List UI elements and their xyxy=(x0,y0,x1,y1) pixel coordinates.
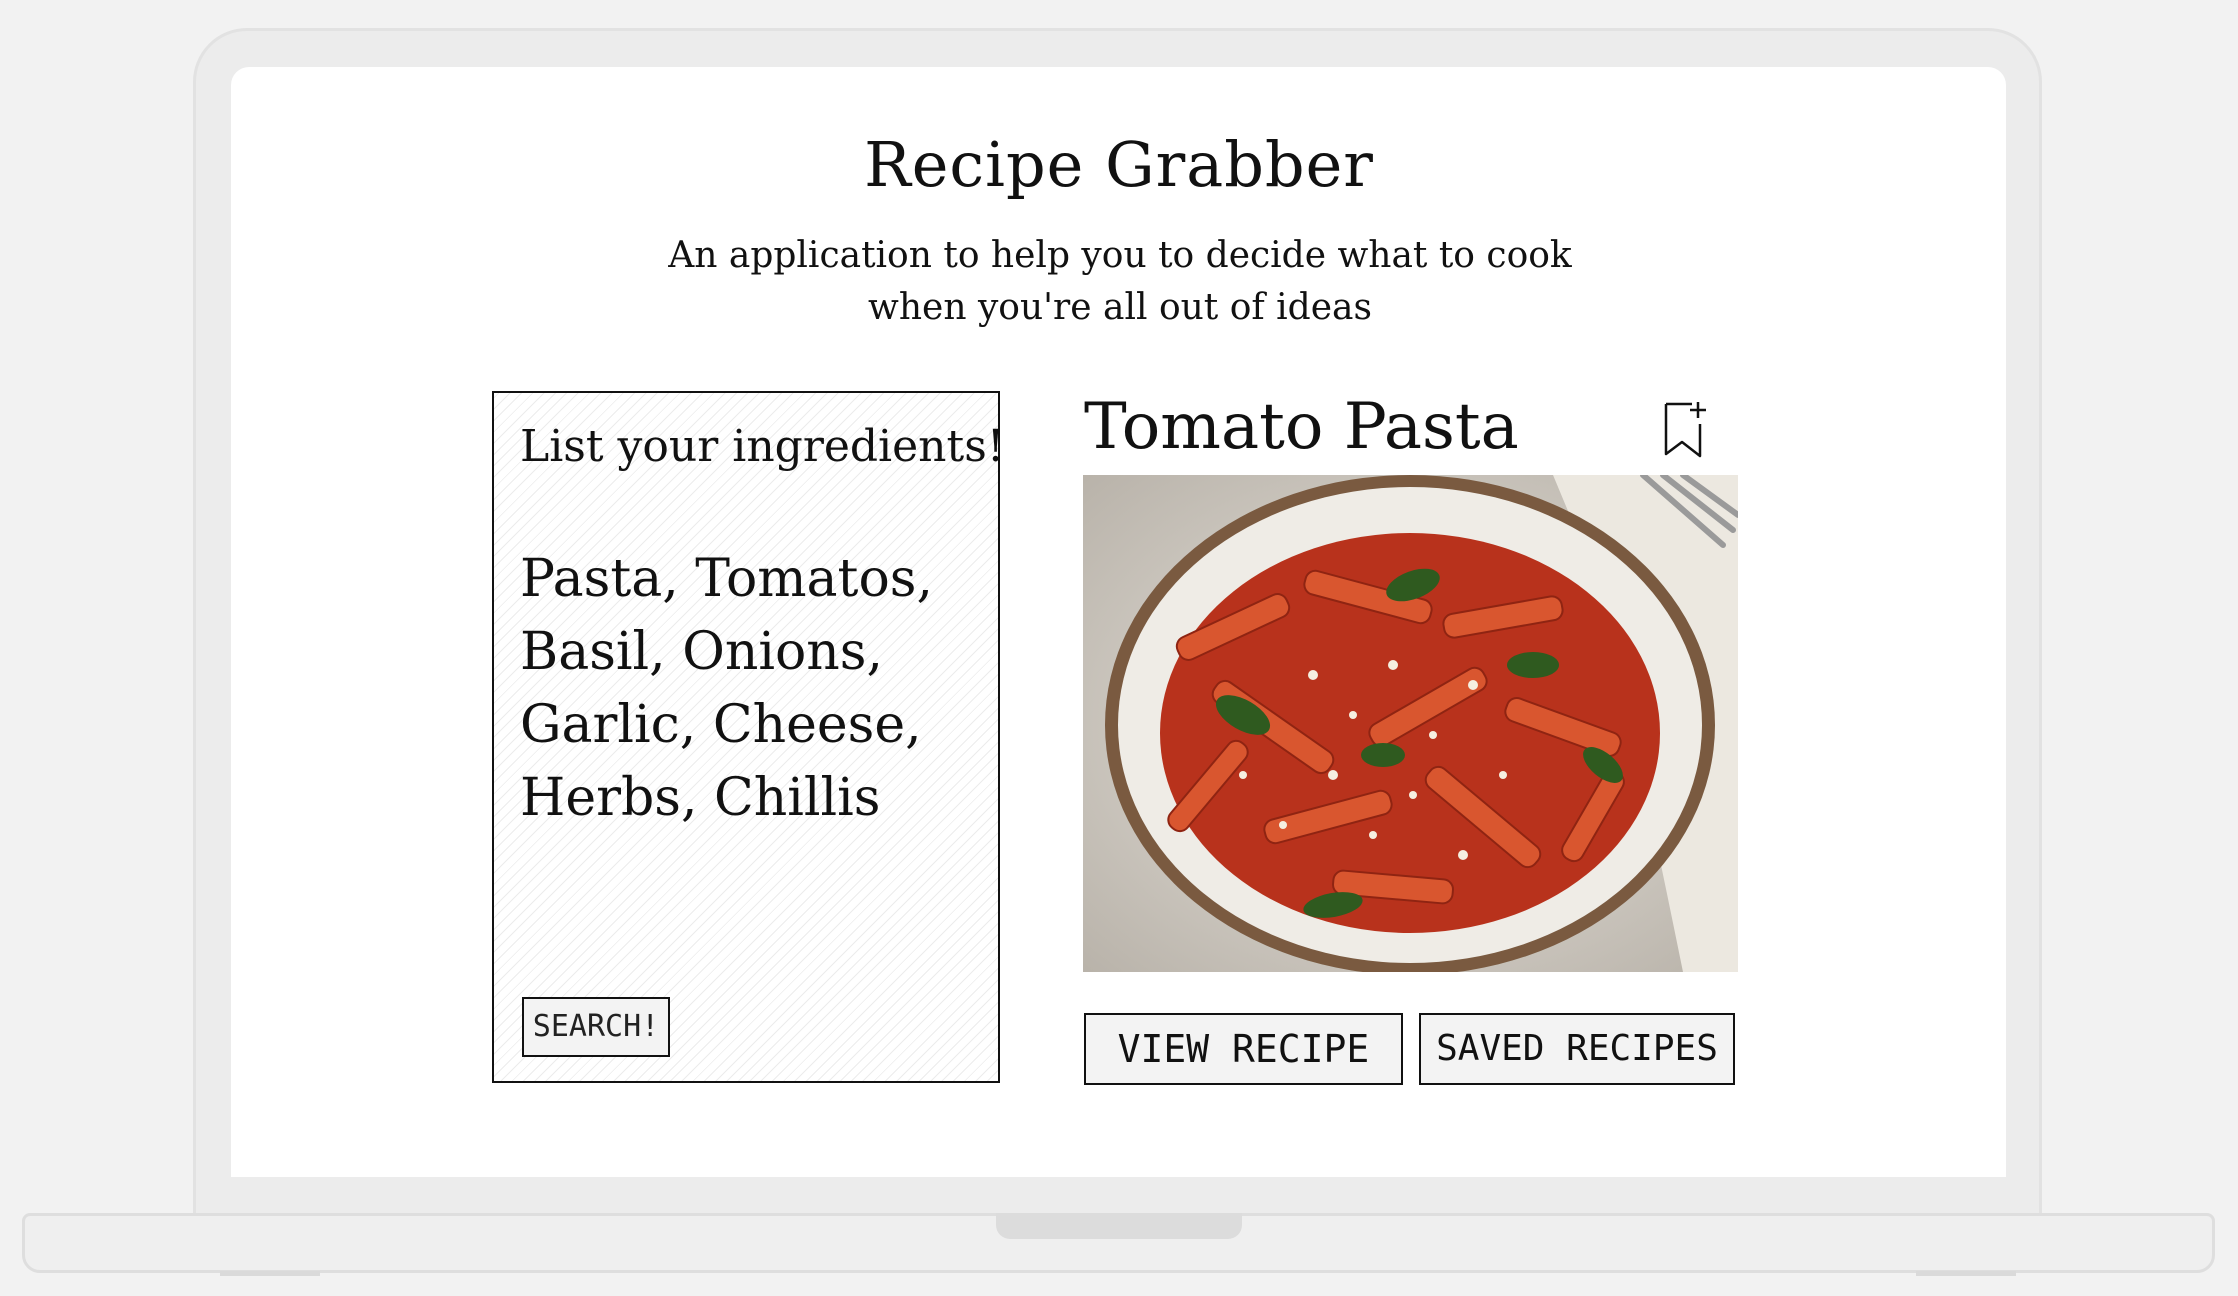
laptop-foot-right xyxy=(1916,1271,2016,1276)
page-title: Recipe Grabber xyxy=(864,128,1374,201)
recipe-image xyxy=(1083,475,1738,972)
ingredients-heading: List your ingredients! xyxy=(520,421,1005,472)
recipe-title: Tomato Pasta xyxy=(1084,390,1519,464)
saved-recipes-button[interactable]: SAVED RECIPES xyxy=(1419,1013,1735,1085)
laptop-notch xyxy=(996,1213,1242,1239)
page-subtitle: An application to help you to decide wha… xyxy=(668,235,1572,328)
search-button[interactable]: SEARCH! xyxy=(522,997,670,1057)
ingredients-panel[interactable]: List your ingredients! Pasta, Tomatos, B… xyxy=(492,391,1004,1083)
view-recipe-button[interactable]: VIEW RECIPE xyxy=(1084,1013,1403,1085)
laptop-foot-left xyxy=(220,1271,320,1276)
ingredients-input[interactable]: Pasta, Tomatos, Basil, Onions, Garlic, C… xyxy=(520,543,990,835)
bookmark-add-icon[interactable] xyxy=(1660,398,1710,460)
